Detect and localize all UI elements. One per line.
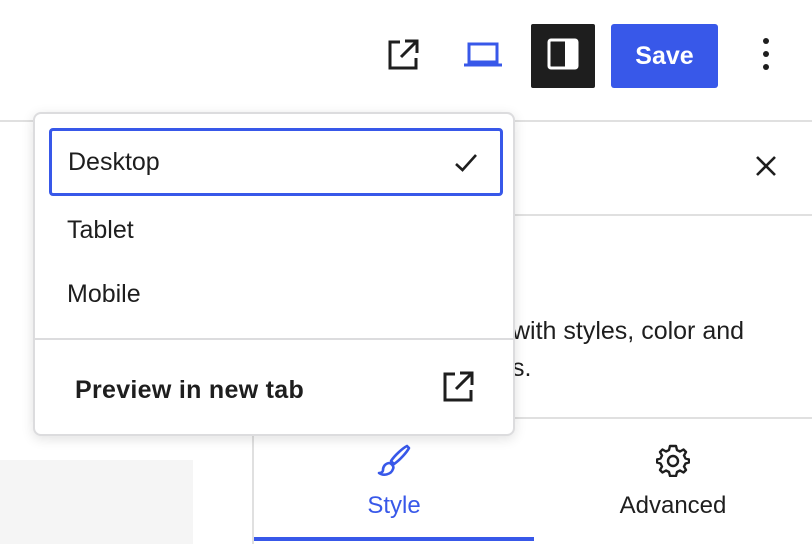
external-link-icon bbox=[441, 370, 475, 411]
device-preview-button[interactable] bbox=[458, 32, 508, 82]
tab-style-label: Style bbox=[367, 492, 421, 519]
menu-item-mobile-label: Mobile bbox=[67, 279, 141, 308]
menu-item-mobile[interactable]: Mobile bbox=[49, 260, 503, 328]
menu-item-desktop-label: Desktop bbox=[68, 147, 160, 176]
menu-item-preview-label: Preview in new tab bbox=[75, 375, 305, 404]
tab-style[interactable]: Style bbox=[254, 420, 534, 544]
close-sidebar-button[interactable] bbox=[748, 150, 784, 186]
menu-item-tablet-label: Tablet bbox=[67, 215, 134, 244]
external-link-icon bbox=[386, 38, 420, 77]
brush-icon bbox=[377, 442, 411, 478]
active-tab-indicator bbox=[254, 537, 534, 541]
device-preview-menu: Desktop Tablet Mobile Preview in new tab bbox=[33, 112, 515, 436]
tab-advanced[interactable]: Advanced bbox=[534, 420, 812, 544]
more-options-button[interactable] bbox=[744, 30, 788, 82]
view-page-button[interactable] bbox=[378, 32, 428, 82]
desktop-icon bbox=[463, 42, 503, 73]
tab-advanced-label: Advanced bbox=[619, 492, 727, 519]
settings-toggle-button[interactable] bbox=[531, 24, 595, 88]
gear-icon bbox=[656, 442, 690, 478]
menu-item-preview-new-tab[interactable]: Preview in new tab bbox=[49, 356, 503, 424]
menu-divider bbox=[35, 338, 513, 340]
menu-item-desktop[interactable]: Desktop bbox=[49, 128, 503, 196]
menu-item-tablet[interactable]: Tablet bbox=[49, 196, 503, 264]
editor-header: Save bbox=[0, 0, 812, 120]
editor-canvas[interactable] bbox=[0, 460, 193, 544]
check-icon bbox=[454, 151, 478, 180]
close-icon bbox=[755, 155, 777, 182]
more-vertical-icon bbox=[762, 37, 770, 76]
sidebar-toggle-icon bbox=[547, 38, 579, 75]
save-button[interactable]: Save bbox=[611, 24, 718, 88]
